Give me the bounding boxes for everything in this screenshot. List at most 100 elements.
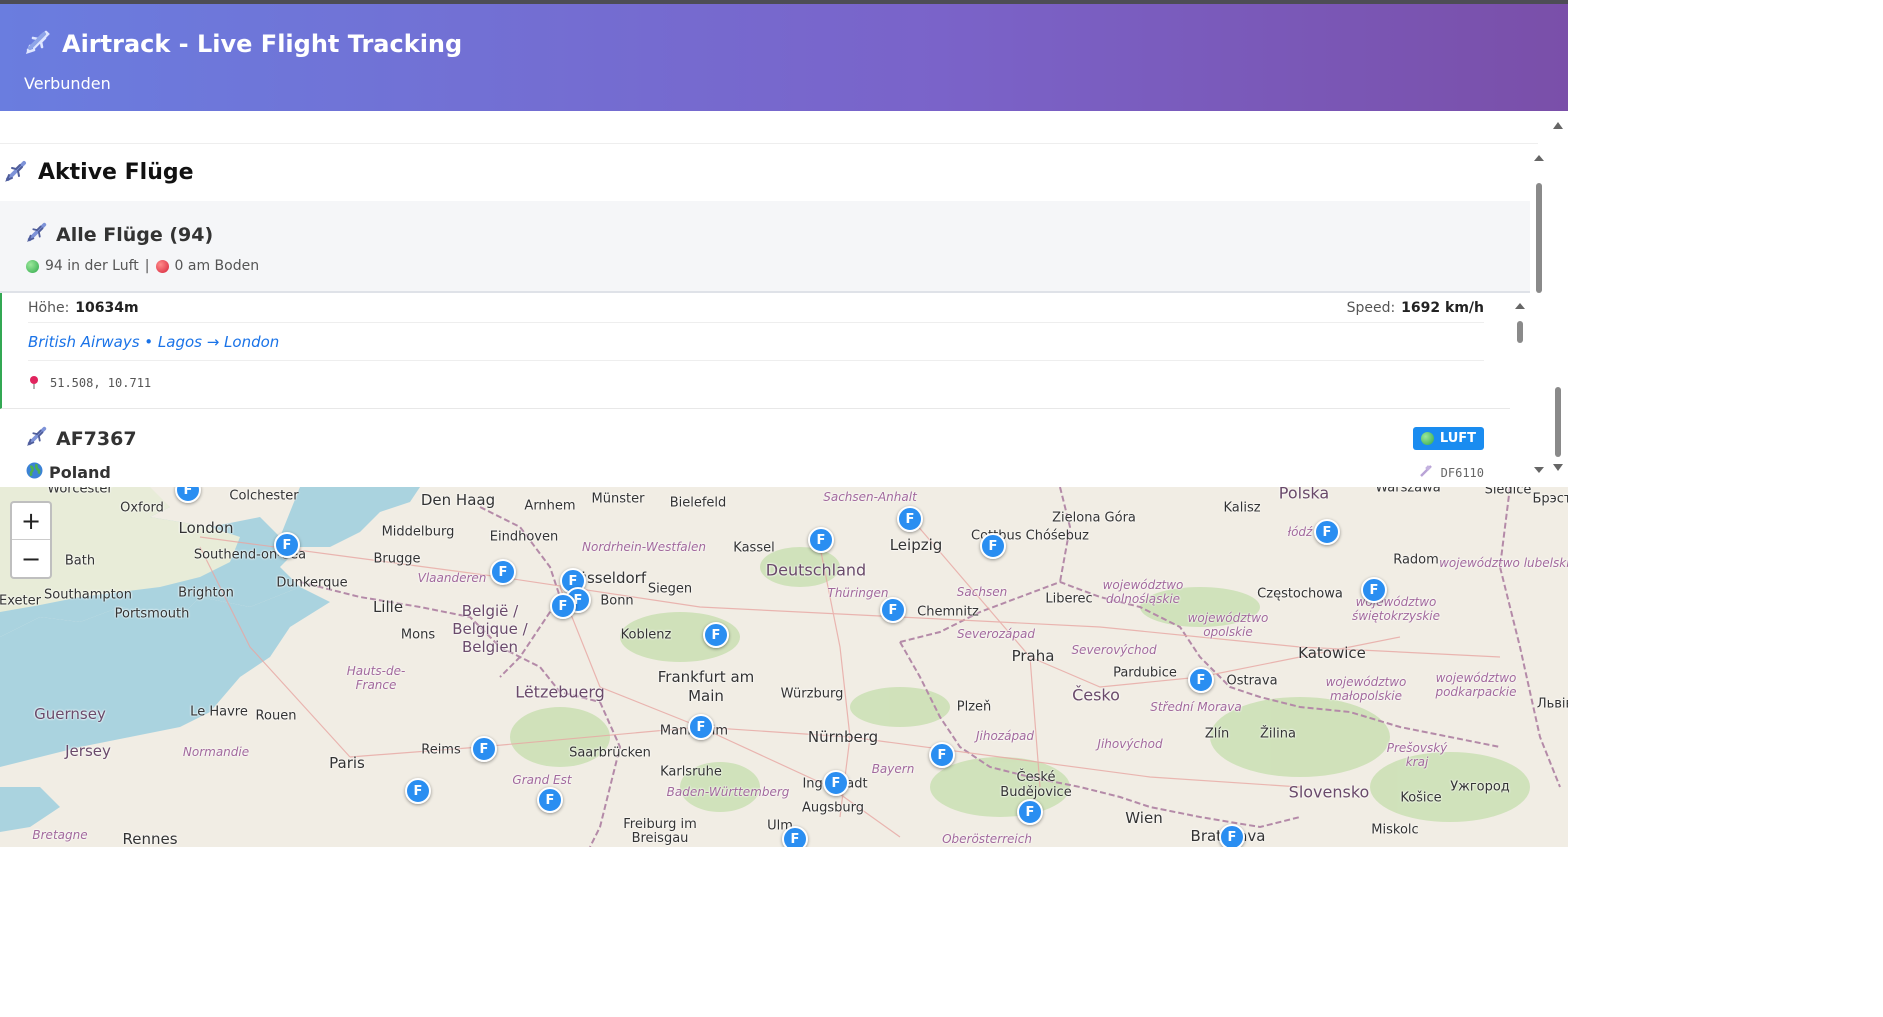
map-label: Slovensko (1288, 782, 1370, 802)
flight-marker[interactable]: F (782, 826, 808, 847)
summary-title-row: Alle Flüge (94) (26, 221, 1504, 248)
map-label: Paris (329, 754, 365, 772)
map-label: Severovýchod (1071, 643, 1157, 657)
flight-marker[interactable]: F (471, 736, 497, 762)
all-flights-summary[interactable]: Alle Flüge (94) 94 in der Luft | 0 am Bo… (0, 201, 1530, 293)
app-title: Airtrack - Live Flight Tracking (62, 30, 463, 58)
flight-card-header: AF7367 LUFT (26, 425, 1484, 452)
flight-marker[interactable]: F (688, 714, 714, 740)
airplane-icon (26, 221, 48, 248)
flight-map[interactable]: + − Worcester Colchester Den Haag Arnhem… (0, 487, 1568, 847)
map-label: Freiburg im Breisgau (623, 817, 697, 846)
map-label: województwo dolnośląskie (1102, 578, 1184, 606)
map-label: Portsmouth (114, 606, 190, 622)
flight-card[interactable]: Höhe: 10634m Speed: 1692 km/h British Airw… (0, 293, 1510, 409)
map-label: Chemnitz (917, 604, 979, 620)
callsign: AF7367 (56, 427, 137, 450)
flight-marker[interactable]: F (1188, 667, 1214, 693)
flights-panel: Aktive Flüge Alle Flüge (94) 94 in der L… (0, 111, 1568, 487)
map-label: Grand Est (512, 773, 572, 787)
map-label: Prešovský kraj (1386, 741, 1448, 769)
map-label: Exeter (0, 593, 41, 609)
flight-route[interactable]: British Airways • Lagos → London (28, 323, 1484, 361)
map-label: Lëtzebuerg (515, 682, 605, 702)
map-label: Bath (64, 553, 96, 569)
map-label: Pardubice (1113, 665, 1177, 681)
map-label: Le Havre (190, 704, 248, 720)
altitude-value: 10634m (75, 299, 139, 316)
speed-value: 1692 km/h (1401, 299, 1484, 316)
map-label: łódź (1287, 525, 1313, 539)
map-label: Košice (1400, 790, 1442, 806)
map-label: Deutschland (765, 560, 867, 580)
map-label: Saarbrücken (569, 745, 651, 761)
speed-label: Speed: (1346, 299, 1396, 316)
map-label: Jihozápad (975, 729, 1035, 743)
flight-marker[interactable]: F (274, 532, 300, 558)
flight-marker[interactable]: F (1219, 824, 1245, 847)
flight-marker[interactable]: F (808, 527, 834, 553)
flight-card[interactable]: AF7367 LUFT Poland DF6110 (0, 409, 1510, 487)
map-label: Mons (400, 627, 436, 643)
airplane-icon (4, 159, 28, 187)
flight-marker[interactable]: F (880, 597, 906, 623)
map-label: Sachsen-Anhalt (823, 490, 917, 504)
map-label: Lille (372, 598, 404, 616)
flight-marker[interactable]: F (823, 770, 849, 796)
airplane-icon (24, 28, 52, 60)
section-title: Aktive Flüge (38, 160, 194, 185)
map-label: Sachsen (956, 585, 1008, 599)
map-label: Česko (1072, 685, 1120, 705)
globe-icon (26, 462, 43, 483)
map-label: Worcester (47, 487, 113, 497)
map-label: Den Haag (420, 491, 496, 509)
map-label: Baden-Württemberg (666, 785, 790, 799)
map-label: Eindhoven (489, 529, 559, 545)
map-label: Dunkerque (276, 575, 348, 591)
map-label: Würzburg (780, 686, 844, 702)
map-label: Jersey (65, 742, 111, 760)
zoom-in-button[interactable]: + (12, 503, 50, 540)
map-label: Koblenz (620, 627, 672, 643)
map-label: Severozápad (957, 627, 1035, 641)
map-label: België / Belgique / Belgien (452, 602, 528, 656)
pin-icon (28, 375, 40, 392)
flight-list-scrollbar[interactable] (1512, 293, 1528, 487)
map-label: Bielefeld (669, 495, 727, 511)
map-label: Częstochowa (1257, 586, 1343, 602)
country-name: Poland (49, 463, 111, 482)
flight-marker[interactable]: F (980, 533, 1006, 559)
zoom-out-button[interactable]: − (12, 540, 50, 577)
flight-marker[interactable]: F (703, 622, 729, 648)
green-dot-icon (1420, 432, 1434, 445)
flight-marker[interactable]: F (1017, 799, 1043, 825)
map-label: Bayern (871, 762, 915, 776)
map-label: Colchester (229, 488, 299, 504)
flight-marker[interactable]: F (550, 593, 576, 619)
list-scrollbar[interactable] (1530, 151, 1548, 481)
map-label: Arnhem (524, 498, 576, 514)
flight-marker[interactable]: F (1361, 577, 1387, 603)
map-label: Katowice (1298, 644, 1366, 662)
flight-marker[interactable]: F (1314, 519, 1340, 545)
map-label: Střední Morava (1150, 700, 1242, 714)
red-dot-icon (155, 259, 169, 273)
map-label: London (178, 519, 234, 537)
map-label: Bretagne (32, 828, 88, 842)
app-header: Airtrack - Live Flight Tracking Verbunde… (0, 4, 1568, 111)
icao-row: DF6110 (1419, 464, 1484, 481)
map-label: Praha (1011, 647, 1055, 665)
flight-marker[interactable]: F (929, 742, 955, 768)
map-label: Kalisz (1223, 500, 1261, 516)
flight-marker[interactable]: F (490, 559, 516, 585)
map-label: Львів (1536, 696, 1568, 712)
flight-marker[interactable]: F (537, 787, 563, 813)
map-label: Warszawa (1375, 487, 1441, 496)
flight-marker[interactable]: F (897, 506, 923, 532)
map-label: Southampton (44, 587, 132, 603)
airplane-icon (26, 425, 48, 452)
count-separator: | (144, 258, 150, 274)
map-label: Брэст (1532, 491, 1568, 507)
flight-marker[interactable]: F (405, 778, 431, 804)
outer-scrollbar[interactable] (1548, 111, 1568, 487)
